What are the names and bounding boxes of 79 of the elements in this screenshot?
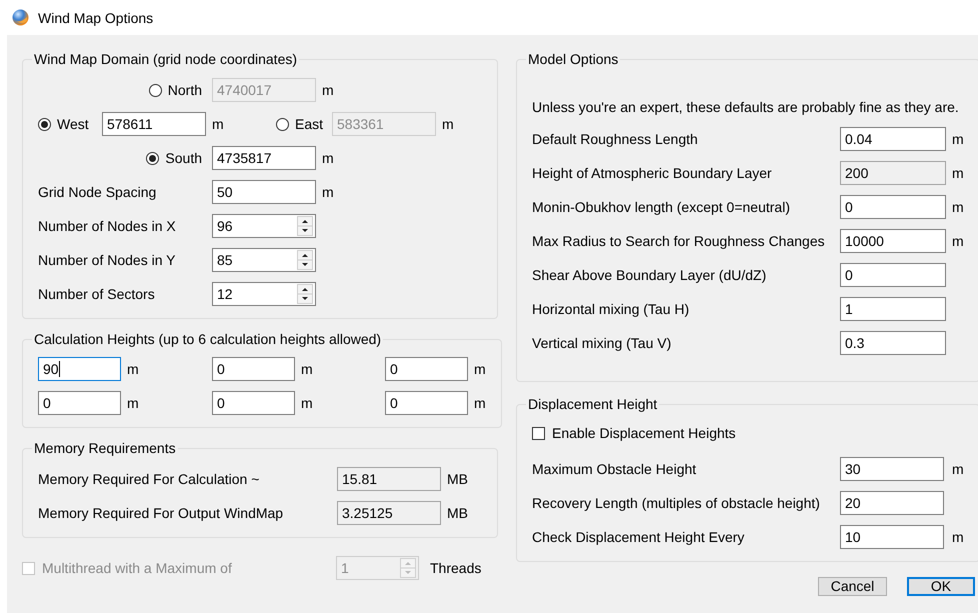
text-field[interactable]: 1: [840, 297, 946, 321]
spinner-arrows-icon[interactable]: [297, 284, 313, 304]
field-label: Horizontal mixing (Tau H): [532, 301, 690, 317]
unit-label: m: [301, 361, 313, 377]
unit-label: m: [212, 116, 225, 132]
unit-label: m: [127, 395, 139, 411]
cancel-button[interactable]: Cancel: [818, 577, 887, 596]
unit-label: MB: [447, 505, 469, 521]
text-field[interactable]: 3.25125: [337, 501, 441, 525]
text-field[interactable]: 0: [385, 357, 468, 381]
group-title: Calculation Heights (up to 6 calculation heights allowed): [34, 331, 382, 347]
app-icon: [12, 9, 29, 26]
field-label: Height of Atmospheric Boundary Layer: [532, 165, 773, 181]
field-label: Maximum Obstacle Height: [532, 461, 698, 477]
group-title: Memory Requirements: [34, 440, 176, 456]
unit-label: m: [442, 116, 454, 132]
field-label: Recovery Length (multiples of obstacle height): [532, 495, 821, 511]
unit-label: m: [322, 150, 334, 166]
text-field[interactable]: 96: [212, 214, 316, 238]
field-label: Number of Nodes in X: [38, 218, 177, 234]
radio-label[interactable]: South: [165, 150, 202, 166]
unit-label: MB: [447, 471, 469, 487]
unit-label: m: [952, 461, 964, 477]
spinner-arrows-icon[interactable]: [297, 250, 313, 270]
unit-label: m: [322, 184, 335, 200]
field-label: Memory Required For Calculation ~: [38, 471, 260, 487]
field-label: Max Radius to Search for Roughness Changes: [532, 233, 826, 249]
ok-button[interactable]: OK: [907, 577, 975, 596]
field-label: Grid Node Spacing: [38, 184, 158, 200]
unit-label: m: [474, 361, 486, 377]
text-field[interactable]: 15.81: [337, 467, 441, 491]
unit-label: m: [474, 395, 486, 411]
unit-label: Threads: [430, 560, 482, 576]
text-field[interactable]: 0.3: [840, 331, 946, 355]
text-field[interactable]: 85: [212, 248, 316, 272]
field-label: Memory Required For Output WindMap: [38, 505, 284, 521]
radio-label[interactable]: West: [57, 116, 89, 132]
unit-label: m: [127, 361, 139, 377]
checkbox[interactable]: [532, 426, 545, 440]
radio-button[interactable]: [146, 152, 160, 164]
unit-label: m: [322, 82, 334, 98]
text-field[interactable]: 10000: [840, 229, 946, 253]
window-title: Wind Map Options: [38, 10, 154, 26]
field-label: Number of Nodes in Y: [38, 252, 176, 268]
field-label: Check Displacement Height Every: [532, 529, 746, 545]
text-field[interactable]: 578611: [102, 112, 206, 136]
unit-label: m: [952, 529, 964, 545]
text-field[interactable]: 0.04: [840, 127, 946, 151]
field-label: Vertical mixing (Tau V): [532, 335, 672, 351]
text-field[interactable]: 30: [840, 457, 944, 481]
text-field[interactable]: 0: [38, 391, 121, 415]
radio-button[interactable]: [38, 118, 51, 130]
field-label: Monin-Obukhov length (except 0=neutral): [532, 199, 791, 215]
text-field[interactable]: 50: [212, 180, 316, 204]
group-title: Displacement Height: [528, 396, 658, 412]
text-field[interactable]: 12: [212, 282, 316, 306]
text-field[interactable]: 0: [840, 195, 946, 219]
text-field[interactable]: 0: [212, 357, 295, 381]
field-label: Default Roughness Length: [532, 131, 699, 147]
field-label: Shear Above Boundary Layer (dU/dZ): [532, 267, 768, 283]
text-field[interactable]: 10: [840, 525, 944, 549]
text-field[interactable]: 90: [38, 357, 121, 381]
unit-label: m: [952, 165, 964, 181]
text-field[interactable]: 0: [385, 391, 468, 415]
spinner-arrows-icon[interactable]: [297, 216, 313, 236]
text-field[interactable]: 200: [840, 161, 946, 185]
text-field[interactable]: 4735817: [212, 146, 316, 170]
text-field[interactable]: 0: [840, 263, 946, 287]
text-field[interactable]: 0: [212, 391, 295, 415]
unit-label: m: [952, 199, 964, 215]
group-title: Wind Map Domain (grid node coordinates): [34, 51, 298, 67]
hint-text: Unless you're an expert, these defaults are probably fine as they are.: [532, 99, 960, 115]
unit-label: m: [301, 395, 313, 411]
group-title: Model Options: [528, 51, 618, 67]
checkbox-label[interactable]: Enable Displacement Heights: [552, 425, 736, 441]
text-field[interactable]: 20: [840, 491, 944, 515]
unit-label: m: [952, 233, 964, 249]
field-label: Number of Sectors: [38, 286, 156, 302]
unit-label: m: [952, 131, 964, 147]
